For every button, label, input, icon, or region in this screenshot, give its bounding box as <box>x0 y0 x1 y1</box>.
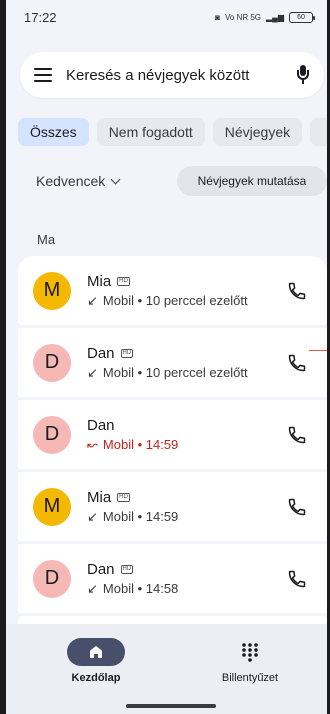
annotation-line-right <box>309 350 327 352</box>
avatar-initial: D <box>44 423 60 445</box>
nav-home-label: Kezdőlap <box>71 672 121 684</box>
avatar-initial: M <box>43 279 61 301</box>
caller-name-line: Dan <box>87 417 279 434</box>
phone-icon <box>288 282 306 299</box>
call-detail-text: Mobil • 10 perccel ezelőtt <box>102 293 248 308</box>
gesture-bar[interactable] <box>126 704 216 708</box>
section-today: Ma <box>37 232 56 247</box>
call-direction-icon: ↜ <box>87 436 98 452</box>
caller-name: Mia <box>87 488 112 506</box>
call-direction-icon: ↙ <box>87 508 98 524</box>
caller-name: Dan <box>87 416 115 434</box>
network-indicator: Vo NR 5G <box>225 12 262 22</box>
call-direction-icon: ↙ <box>87 580 98 596</box>
avatar-initial: D <box>44 567 60 589</box>
home-icon <box>90 646 102 658</box>
call-detail: ↙ Mobil • 14:58 <box>87 581 279 597</box>
chevron-down-icon <box>110 174 121 184</box>
call-text: Dan ↜ Mobil • 14:59 <box>87 417 279 453</box>
status-time: 17:22 <box>24 9 57 25</box>
tab-overflow[interactable] <box>310 118 327 146</box>
status-icons: ◙ Vo NR 5G ▂▄▆ 60 <box>215 11 315 23</box>
call-detail: ↙ Mobil • 10 perccel ezelőtt <box>87 293 279 309</box>
call-text: Dan HD ↙ Mobil • 14:58 <box>87 561 279 597</box>
favorites-label: Kedvencek <box>36 173 106 189</box>
keypad-pill <box>221 638 279 666</box>
call-row[interactable]: D Dan ↜ Mobil • 14:59 <box>18 400 327 469</box>
caller-name-line: Dan HD <box>87 561 279 578</box>
call-log: M Mia HD ↙ Mobil • 10 perccel ezelőtt D Dan HD ↙… <box>18 256 327 646</box>
call-text: Dan HD ↙ Mobil • 10 perccel ezelőtt <box>87 345 279 381</box>
hd-badge: HD <box>117 276 130 286</box>
tab-missed[interactable]: Nem fogadott <box>96 118 205 146</box>
hd-badge: HD <box>120 348 134 358</box>
hd-badge: HD <box>117 492 130 502</box>
call-back-button[interactable] <box>279 417 315 453</box>
status-bar: 17:22 ◙ Vo NR 5G ▂▄▆ 60 <box>6 0 327 34</box>
favorites-row: Kedvencek Névjegyek mutatása <box>36 166 327 196</box>
phone-icon <box>288 570 306 587</box>
search-placeholder[interactable]: Keresés a névjegyek között <box>66 67 296 84</box>
call-direction-icon: ↙ <box>87 364 98 380</box>
call-detail-text: Mobil • 14:58 <box>102 581 179 596</box>
caller-name: Mia <box>87 272 112 290</box>
battery-icon: 60 <box>289 11 315 23</box>
call-back-button[interactable] <box>279 561 315 597</box>
phone-icon <box>288 498 306 515</box>
call-direction-icon: ↙ <box>87 292 98 308</box>
call-detail: ↙ Mobil • 14:59 <box>87 509 279 525</box>
avatar: D <box>33 415 71 454</box>
call-row[interactable]: M Mia HD ↙ Mobil • 14:59 <box>18 472 327 541</box>
call-row[interactable]: M Mia HD ↙ Mobil • 10 perccel ezelőtt <box>18 256 327 325</box>
call-back-button[interactable] <box>279 273 315 309</box>
phone-icon <box>288 354 306 371</box>
call-detail-text: Mobil • 14:59 <box>102 509 179 524</box>
caller-name-line: Mia HD <box>87 273 279 290</box>
tab-contacts[interactable]: Névjegyek <box>212 118 303 146</box>
avatar: D <box>33 559 71 598</box>
phone-icon <box>288 426 306 443</box>
nav-keypad[interactable]: Billentyűzet <box>190 638 310 684</box>
favorites-dropdown[interactable]: Kedvencek <box>36 173 121 189</box>
nfc-icon: ◙ <box>215 12 220 22</box>
call-detail: ↜ Mobil • 14:59 <box>87 437 279 453</box>
call-detail-text: Mobil • 14:59 <box>102 437 179 452</box>
call-row[interactable]: D Dan HD ↙ Mobil • 14:58 <box>18 544 327 613</box>
dialpad-icon <box>242 643 258 662</box>
call-detail-text: Mobil • 10 perccel ezelőtt <box>102 365 248 380</box>
caller-name: Dan <box>87 560 115 578</box>
caller-name-line: Mia HD <box>87 489 279 506</box>
hd-badge: HD <box>120 564 134 574</box>
battery-level: 60 <box>297 13 305 21</box>
search-bar[interactable]: Keresés a névjegyek között <box>20 52 324 98</box>
avatar-initial: D <box>44 351 60 373</box>
caller-name: Dan <box>87 344 115 362</box>
avatar-initial: M <box>43 495 61 517</box>
dialer-screen: 17:22 ◙ Vo NR 5G ▂▄▆ 60 Keresés a névjeg… <box>6 0 327 714</box>
nav-keypad-label: Billentyűzet <box>221 672 279 684</box>
nav-home[interactable]: Kezdőlap <box>36 638 156 684</box>
caller-name-line: Dan HD <box>87 345 279 362</box>
tab-all[interactable]: Összes <box>18 118 89 146</box>
menu-icon[interactable] <box>34 68 52 82</box>
filter-tabs: Összes Nem fogadott Névjegyek <box>18 118 327 146</box>
signal-icon: ▂▄▆ <box>266 12 284 22</box>
call-back-button[interactable] <box>279 489 315 525</box>
call-detail: ↙ Mobil • 10 perccel ezelőtt <box>87 365 279 381</box>
avatar: M <box>33 487 71 526</box>
bottom-navigation: Kezdőlap Billentyűzet <box>6 624 327 714</box>
mic-icon[interactable] <box>296 65 310 85</box>
avatar: D <box>33 343 71 382</box>
show-contacts-button[interactable]: Névjegyek mutatása <box>177 166 327 196</box>
avatar: M <box>33 271 71 310</box>
home-pill <box>67 638 125 666</box>
call-text: Mia HD ↙ Mobil • 10 perccel ezelőtt <box>87 273 279 309</box>
call-row[interactable]: D Dan HD ↙ Mobil • 10 perccel ezelőtt <box>18 328 327 397</box>
call-text: Mia HD ↙ Mobil • 14:59 <box>87 489 279 525</box>
